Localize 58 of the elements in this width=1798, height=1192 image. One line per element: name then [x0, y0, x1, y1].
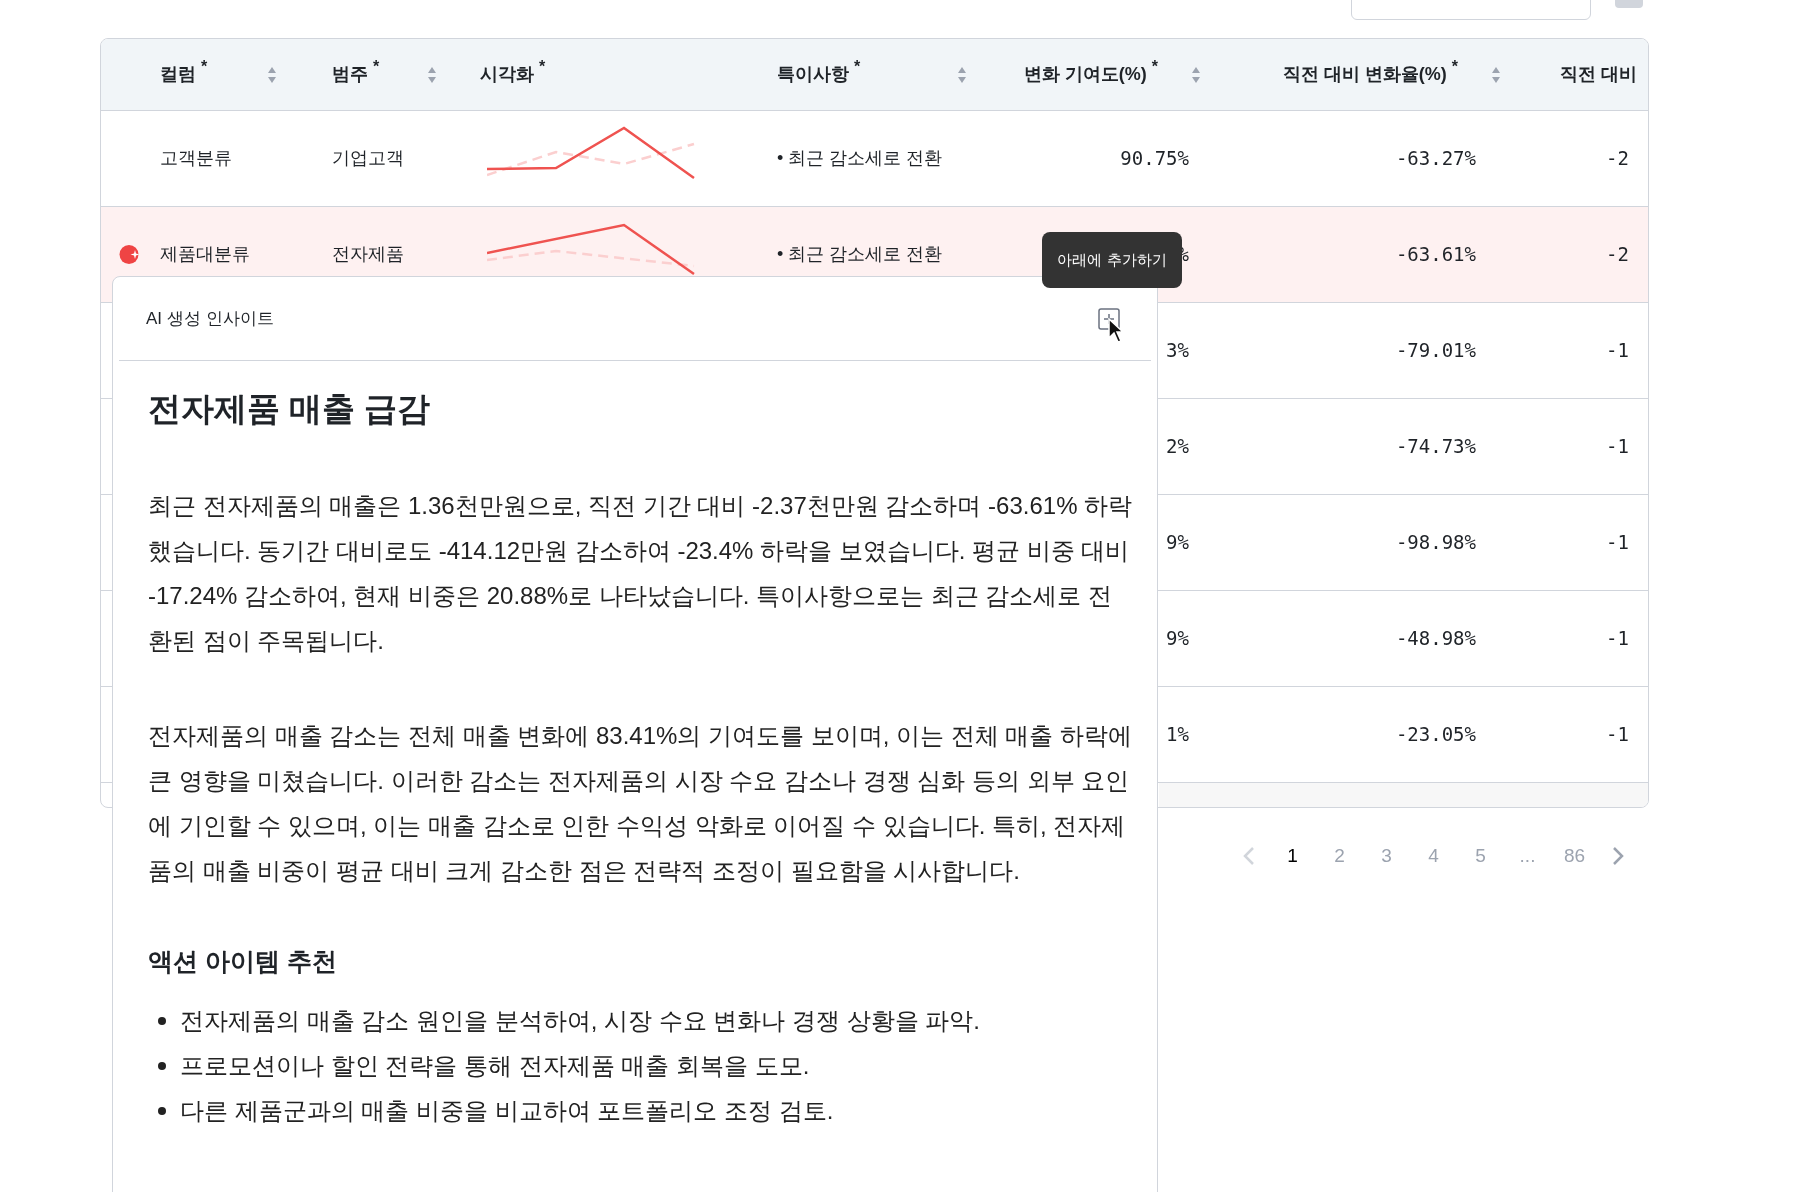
section-heading: 액션 아이템 추천 — [148, 946, 338, 977]
table-cell-text: -1 — [1606, 626, 1629, 652]
table-cell-text: 9% — [1166, 530, 1189, 556]
table-cell-text: • 최근 감소세로 전환 — [777, 147, 943, 170]
table-cell-text: -79.01% — [1395, 338, 1476, 364]
column-header[interactable]: 특이사항 * — [777, 61, 861, 88]
add-icon — [1097, 306, 1121, 331]
paragraph: 최근 전자제품의 매출은 1.36천만원으로, 직전 기간 대비 -2.37천만원 감소하며 -63.61% 하락했습니다. 동기간 대비로도 -414.12만원 감소하여 -23.4% 하락을 보였습니다. 평균 비중 대비 -17.24% 감소하여, 현재 비중은 20.88%로 나타났습니다. 특이사항으로는 최근 감소세로 전환된 점이 주목됩니다. — [148, 491, 1134, 656]
page-button[interactable]: 1 — [1269, 842, 1316, 871]
toolbar-button[interactable] — [1615, 0, 1643, 8]
tooltip: 아래에 추가하기 — [1042, 232, 1182, 288]
table-cell-text: -2 — [1606, 146, 1629, 172]
table-cell-text: 9% — [1166, 626, 1189, 652]
table-cell-text: -74.73% — [1395, 434, 1476, 460]
table-cell-text: 고객분류 — [160, 147, 232, 170]
insight-title: 전자제품 매출 급감 — [148, 389, 432, 429]
bullet-icon — [158, 1017, 166, 1025]
panel-title: AI 생성 인사이트 — [146, 307, 274, 330]
table-cell-text: -1 — [1606, 722, 1629, 748]
table-cell-text: -1 — [1606, 434, 1629, 460]
list-item: 다른 제품군과의 매출 비중을 비교하여 포트폴리오 조정 검토. — [180, 1096, 834, 1126]
sort-icon[interactable] — [1191, 65, 1201, 84]
column-header[interactable]: 시각화 * — [480, 61, 546, 88]
sort-icon[interactable] — [267, 65, 277, 84]
bullet-icon — [158, 1107, 166, 1115]
bullet-icon — [158, 1062, 166, 1070]
sort-icon[interactable] — [427, 65, 437, 84]
table-cell-text: 90.75% — [1120, 146, 1189, 172]
column-header[interactable]: 컬럼 * — [160, 61, 208, 88]
chevron-right-icon — [1612, 846, 1624, 867]
table-cell-text: -98.98% — [1395, 530, 1476, 556]
table-cell-text: 전자제품 — [332, 243, 404, 266]
table-cell-text: 제품대분류 — [160, 243, 250, 266]
ai-sparkle-icon — [119, 244, 140, 265]
table-cell-text: -1 — [1606, 338, 1629, 364]
table-cell-text: 기업고객 — [332, 147, 404, 170]
table-cell-text: 3% — [1166, 338, 1189, 364]
table-cell-text: -23.05% — [1395, 722, 1476, 748]
table-cell-text: 2% — [1166, 434, 1189, 460]
table-cell-text: • 최근 감소세로 전환 — [777, 243, 943, 266]
cursor-icon — [1108, 318, 1124, 344]
table-cell-text: -1 — [1606, 530, 1629, 556]
list-item: 전자제품의 매출 감소 원인을 분석하여, 시장 수요 변화나 경쟁 상황을 파악. — [180, 1006, 980, 1036]
column-header[interactable]: 범주 * — [332, 61, 380, 88]
chevron-left-icon — [1243, 846, 1255, 867]
table-cell-text: -48.98% — [1395, 626, 1476, 652]
table-cell-text: 1% — [1166, 722, 1189, 748]
sort-icon[interactable] — [957, 65, 967, 84]
column-header[interactable]: 직전 대비 — [1560, 61, 1637, 88]
paragraph: 전자제품의 매출 감소는 전체 매출 변화에 83.41%의 기여도를 보이며, 이는 전체 매출 하락에 큰 영향을 미쳤습니다. 이러한 감소는 전자제품의 시장 수요 감소나 경쟁 심화 등의 외부 요인에 기인할 수 있으며, 이는 매출 감소로 인한 수익성 악화로 이어질 수 있습니다. 특히, 전자제품의 매출 비중이 평균 대비 크게 감소한 점은 전략적 조정이 필요함을 시사합니다. — [148, 721, 1134, 886]
sort-icon[interactable] — [1491, 65, 1501, 84]
list-item: 프로모션이나 할인 전략을 통해 전자제품 매출 회복을 도모. — [180, 1051, 810, 1081]
column-header[interactable]: 변화 기여도(%) * — [1023, 61, 1158, 88]
scrollbar-track[interactable] — [1159, 783, 1648, 807]
table-cell-text: -63.27% — [1395, 146, 1476, 172]
table-cell-text: -2 — [1606, 242, 1629, 268]
table-cell-text: -63.61% — [1395, 242, 1476, 268]
column-header[interactable]: 직전 대비 변화율(%) * — [1282, 61, 1458, 88]
